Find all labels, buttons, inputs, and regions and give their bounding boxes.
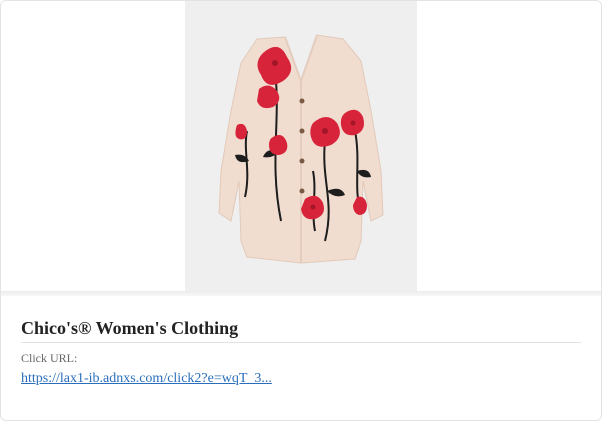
product-image[interactable] (185, 1, 417, 291)
ad-image-area (1, 1, 601, 291)
ad-title[interactable]: Chico's® Women's Clothing (21, 296, 581, 343)
click-url-link[interactable]: https://lax1-ib.adnxs.com/click2?e=wqT_3… (21, 370, 272, 387)
click-url-label: Click URL: (21, 351, 78, 365)
ad-body: Chico's® Women's Clothing Click URL: htt… (21, 296, 581, 387)
ad-card: Chico's® Women's Clothing Click URL: htt… (0, 0, 602, 421)
